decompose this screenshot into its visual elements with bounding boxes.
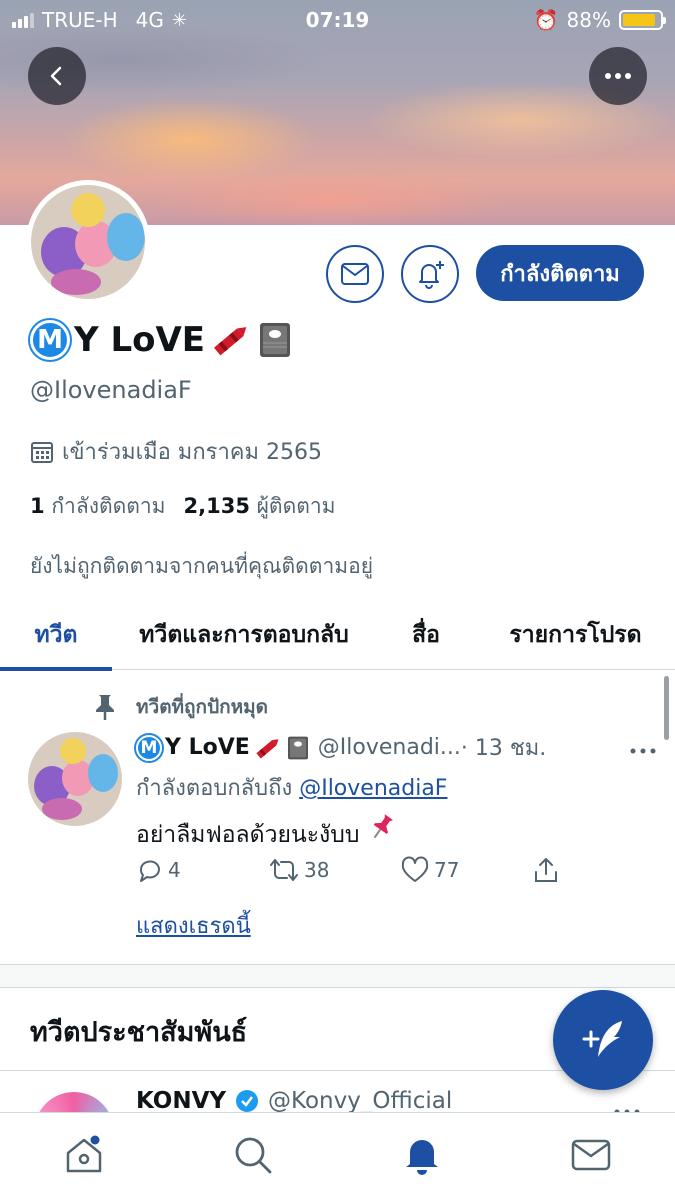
- pin-icon: [96, 695, 114, 720]
- home-icon: [67, 1135, 102, 1172]
- pushpin-icon: [373, 814, 393, 839]
- nav-search[interactable]: [223, 1125, 283, 1185]
- nav-messages[interactable]: [561, 1125, 621, 1185]
- tweet-actions: 4 38 77: [136, 856, 664, 884]
- share-icon: [535, 858, 557, 882]
- compose-tweet-button[interactable]: [553, 990, 653, 1090]
- tab-tweets-replies[interactable]: ทวีตและการตอบกลับ: [112, 600, 376, 670]
- messages-icon: [571, 1139, 610, 1170]
- tweet-author-name: Y LoVE: [165, 735, 250, 760]
- following-count: 1: [30, 494, 45, 518]
- followers-link[interactable]: 2,135 ผู้ติดตาม: [184, 490, 336, 523]
- display-name-text: Y LoVE: [74, 320, 206, 360]
- crayon-icon: [256, 738, 279, 759]
- section-divider: [0, 964, 675, 988]
- following-link[interactable]: 1 กำลังติดตาม: [30, 490, 166, 523]
- verified-icon: [236, 1090, 259, 1112]
- back-icon: [50, 66, 62, 86]
- tweet-handle: @Ilovenadi...: [317, 735, 461, 760]
- more-icon: [630, 748, 656, 754]
- tweet-text: อย่าลืมฟอลด้วยนะงับบ: [136, 822, 360, 848]
- profile-handle: @IlovenadiaF: [30, 376, 192, 404]
- back-button[interactable]: [28, 47, 86, 105]
- like-icon: [401, 856, 429, 882]
- mail-icon: [341, 263, 369, 285]
- joined-text: เข้าร่วมเมือ มกราคม 2565: [62, 440, 323, 465]
- retweet-icon: [270, 859, 298, 881]
- bottom-navigation: [0, 1112, 675, 1200]
- promoted-account-handle: @Konvy_Official: [268, 1090, 453, 1112]
- status-bar: TRUE-H 4G ✳ 07:19 ⏰ 88%: [0, 0, 675, 40]
- followers-count: 2,135: [183, 494, 250, 518]
- battery-icon: [619, 10, 666, 30]
- notifications-icon: [405, 1139, 438, 1175]
- more-options-button[interactable]: [589, 47, 647, 105]
- notebook-icon: [260, 323, 291, 357]
- tweet-body: อย่าลืมฟอลด้วยนะงับบ: [136, 812, 397, 853]
- tweet-time: · 13 ชม.: [460, 736, 547, 761]
- profile-avatar[interactable]: [26, 180, 150, 304]
- promoted-account-name[interactable]: KONVY: [136, 1090, 226, 1112]
- tweet-avatar[interactable]: [28, 732, 122, 826]
- tweet-header: M Y LoVE @Ilovenadi... · 13 ชม.: [136, 730, 656, 765]
- more-icon: [605, 73, 631, 79]
- like-button[interactable]: 77: [400, 856, 532, 884]
- reply-button[interactable]: 4: [136, 856, 268, 884]
- followers-label: ผู้ติดตาม: [256, 494, 336, 518]
- compose-icon: [582, 1021, 622, 1057]
- nav-notifications[interactable]: [392, 1125, 452, 1185]
- promoted-section-title: ทวีตประชาสัมพันธ์: [30, 1017, 248, 1048]
- m-badge-icon: M: [136, 734, 162, 761]
- message-button[interactable]: [326, 245, 384, 303]
- tab-likes[interactable]: รายการโปรด: [476, 600, 675, 670]
- replying-prefix: กำลังตอบกลับถึง: [136, 776, 293, 801]
- like-count: 77: [434, 858, 460, 882]
- crayon-icon: [214, 327, 247, 356]
- clock: 07:19: [305, 8, 370, 32]
- notify-button[interactable]: [401, 245, 459, 303]
- follow-stats: 1 กำลังติดตาม 2,135 ผู้ติดตาม: [30, 490, 335, 523]
- replying-to: กำลังตอบกลับถึง @IlovenadiaF: [136, 770, 447, 805]
- search-icon: [235, 1137, 272, 1173]
- reply-icon: [139, 860, 160, 882]
- share-button[interactable]: [532, 856, 664, 884]
- reply-count: 4: [168, 858, 181, 882]
- not-followed-note: ยังไม่ถูกติดตามจากคนที่คุณติดตามอยู่: [30, 554, 373, 578]
- profile-tabs: ทวีต ทวีตและการตอบกลับ สื่อ รายการโปรด: [0, 600, 675, 671]
- calendar-icon: [31, 441, 53, 463]
- replying-to-link[interactable]: @IlovenadiaF: [299, 776, 447, 801]
- nav-home[interactable]: [54, 1125, 114, 1185]
- notebook-icon: [287, 736, 308, 759]
- show-thread-link[interactable]: แสดงเธรดนี้: [136, 908, 251, 943]
- tab-media[interactable]: สื่อ: [376, 600, 476, 670]
- retweet-count: 38: [304, 858, 330, 882]
- retweet-button[interactable]: 38: [268, 856, 400, 884]
- pinned-label: ทวีตที่ถูกปักหมุด: [136, 696, 269, 718]
- joined-date: เข้าร่วมเมือ มกราคม 2565: [30, 434, 322, 469]
- bell-plus-icon: [419, 261, 444, 289]
- following-label: กำลังติดตาม: [51, 494, 166, 518]
- scrollbar[interactable]: [664, 676, 669, 740]
- tweet-author[interactable]: M Y LoVE: [136, 734, 310, 762]
- pinned-indicator: ทวีตที่ถูกปักหมุด: [92, 692, 268, 722]
- tweet-more-button[interactable]: [630, 735, 656, 760]
- tab-tweets[interactable]: ทวีต: [0, 600, 112, 671]
- following-button[interactable]: กำลังติดตาม: [476, 245, 644, 301]
- m-badge-icon: M: [30, 320, 70, 360]
- display-name: M Y LoVE: [30, 320, 293, 360]
- promoted-tweet-header: KONVY @Konvy_Official: [136, 1090, 452, 1112]
